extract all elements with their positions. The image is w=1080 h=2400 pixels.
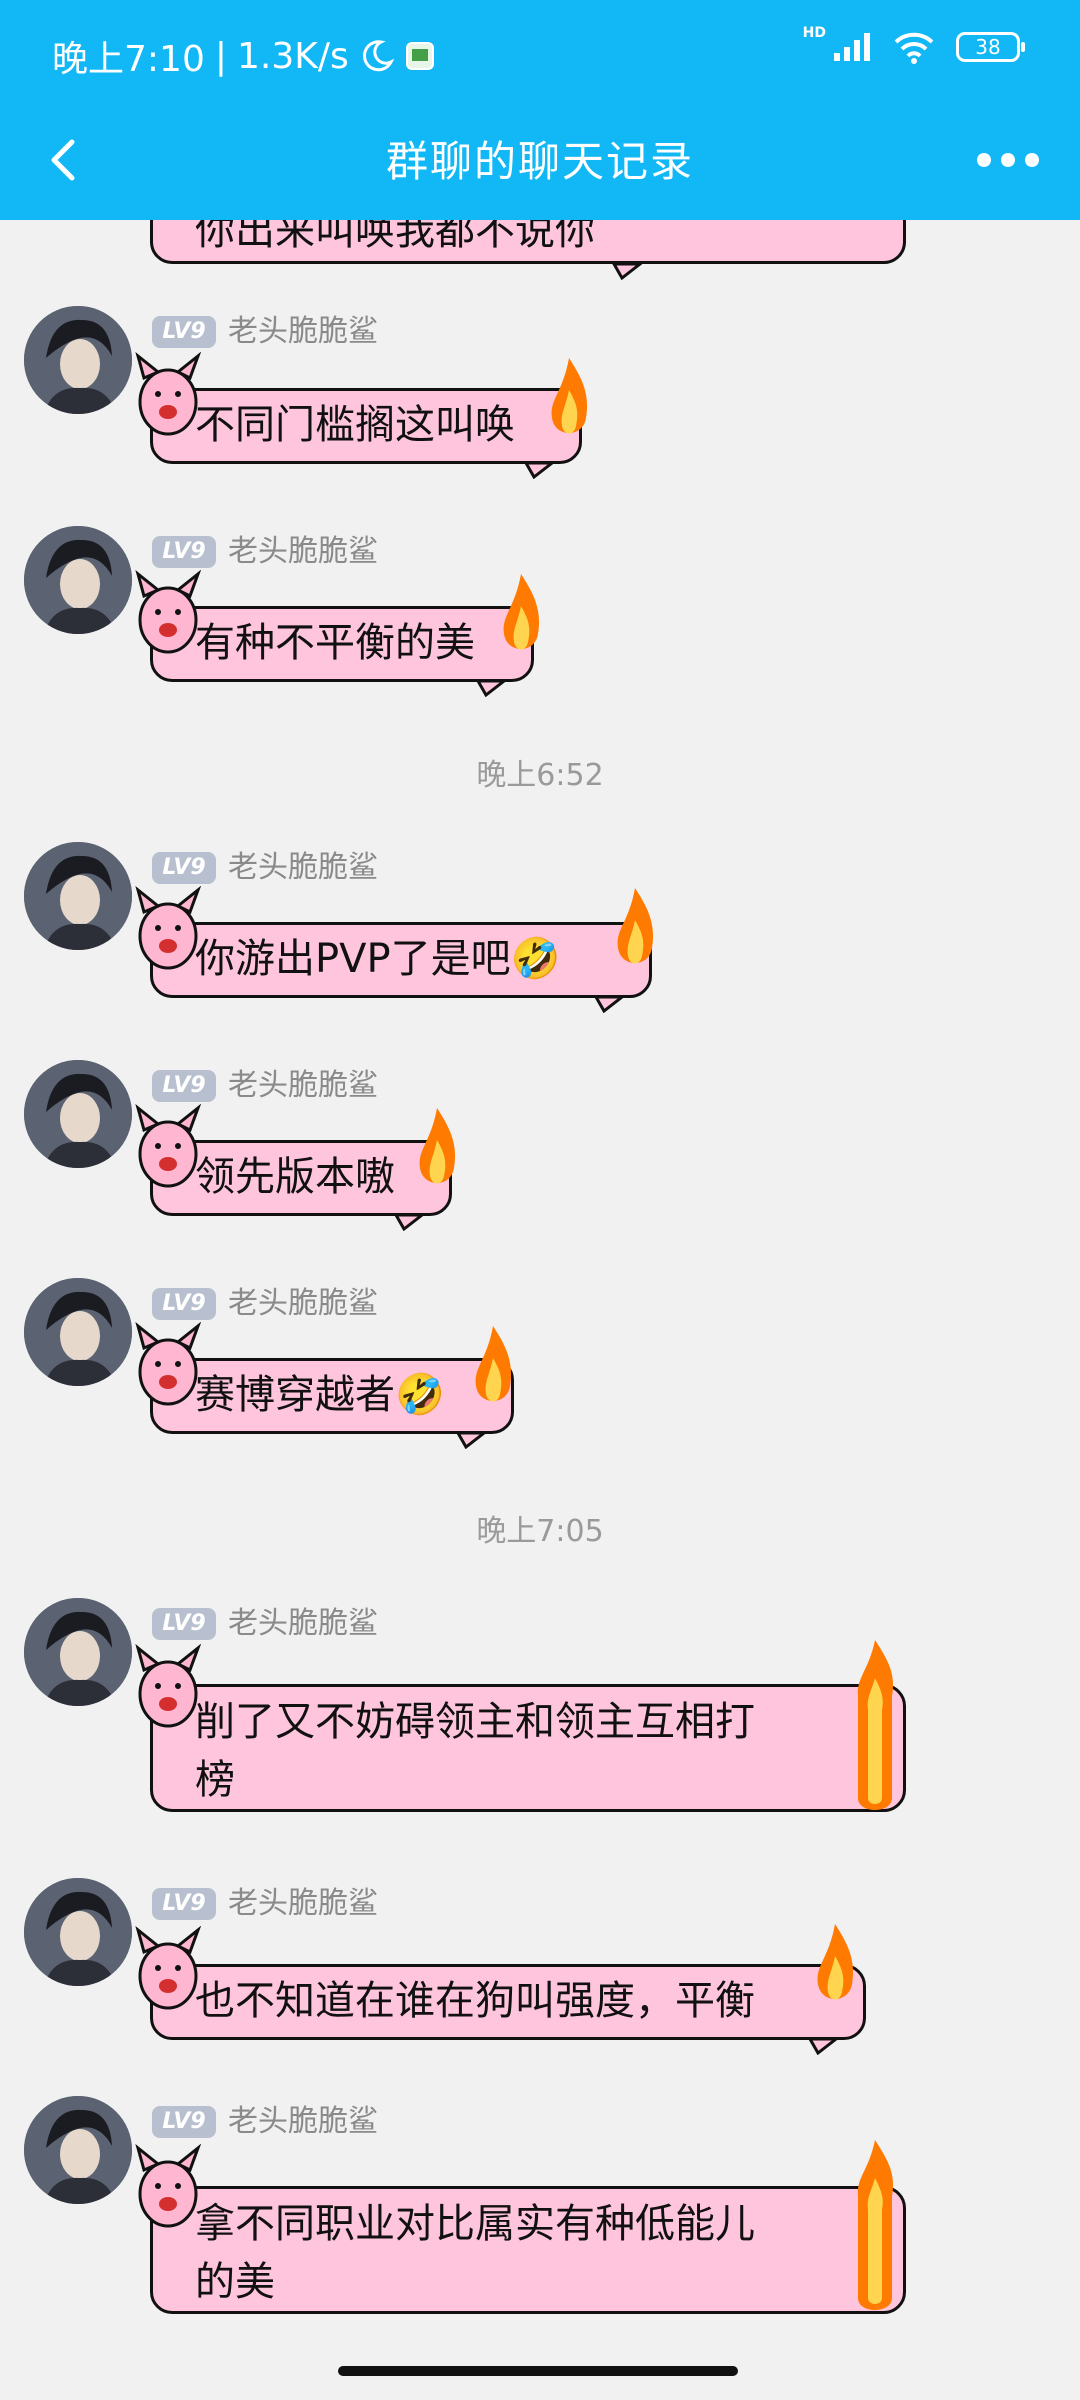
message-text-line-2: 的美 (195, 2259, 275, 2305)
level-badge: LV9 (152, 852, 216, 884)
bubble-tail-decoration (594, 995, 624, 1013)
avatar[interactable] (24, 1278, 132, 1386)
avatar[interactable] (24, 306, 132, 414)
status-divider: | (214, 35, 227, 77)
home-indicator[interactable] (338, 2366, 738, 2376)
avatar[interactable] (24, 1598, 132, 1706)
message-text-line-1: 削了又不妨碍领主和领主互相打 (195, 1699, 755, 1745)
page-title: 群聊的聊天记录 (385, 137, 694, 186)
battery-level: 38 (975, 35, 1001, 59)
avatar[interactable] (24, 526, 132, 634)
sender-name: 老头脆脆鲨 (228, 1606, 378, 1641)
message-text: 你游出PVP了是吧🤣 (195, 936, 561, 982)
message-text: 不同门槛搁这叫唤 (195, 402, 515, 448)
bubble-tail-decoration (612, 262, 642, 280)
message-bubble[interactable]: 也不知道在谁在狗叫强度，平衡 (150, 1964, 866, 2040)
message-text: 赛博穿越者🤣 (195, 1372, 445, 1418)
avatar[interactable] (24, 1060, 132, 1168)
level-badge: LV9 (152, 1608, 216, 1640)
sender-name: 老头脆脆鲨 (228, 1068, 378, 1103)
status-bar: 晚上7:10 | 1.3K/s HD 38 (0, 0, 1080, 104)
flame-icon (617, 888, 654, 964)
level-badge: LV9 (152, 1888, 216, 1920)
flame-icon (551, 358, 588, 434)
message-text: 你出来叫唤我都不说你 (195, 220, 595, 254)
message-bubble[interactable]: 你出来叫唤我都不说你 (150, 220, 906, 264)
pig-sticker-icon (135, 1104, 202, 1188)
sender-name: 老头脆脆鲨 (228, 1286, 378, 1321)
status-left: 晚上7:10 | 1.3K/s (52, 30, 435, 82)
message-text: 也不知道在谁在狗叫强度，平衡 (195, 1978, 755, 2024)
message-text-line-1: 拿不同职业对比属实有种低能儿 (195, 2201, 755, 2247)
pig-sticker-icon (135, 1926, 202, 2010)
pig-sticker-icon (135, 570, 202, 654)
bubble-tail-decoration (456, 1431, 486, 1449)
flame-icon (503, 574, 540, 650)
hd-label: HD (802, 25, 826, 41)
pig-sticker-icon (135, 1644, 202, 1728)
level-badge: LV9 (152, 1288, 216, 1320)
message-bubble[interactable]: 不同门槛搁这叫唤 (150, 388, 582, 464)
message-bubble[interactable]: 拿不同职业对比属实有种低能儿 的美 (150, 2186, 906, 2314)
sender-name: 老头脆脆鲨 (228, 1886, 378, 1921)
avatar[interactable] (24, 842, 132, 950)
level-badge: LV9 (152, 1070, 216, 1102)
status-speed: 1.3K/s (236, 35, 349, 77)
notification-app-icon (405, 42, 434, 70)
bubble-tail-decoration (808, 2037, 838, 2055)
message-text: 有种不平衡的美 (195, 620, 475, 666)
message-text-line-2: 榜 (195, 1757, 235, 1803)
status-right: HD 38 (803, 25, 1025, 64)
flame-icon (857, 1640, 894, 1810)
bubble-tail-decoration (476, 679, 506, 697)
avatar[interactable] (24, 2096, 132, 2204)
flame-icon (475, 1326, 512, 1402)
status-time: 晚上7:10 (52, 39, 205, 80)
level-badge: LV9 (152, 316, 216, 348)
timestamp: 晚上7:05 (476, 1514, 604, 1549)
level-badge: LV9 (152, 536, 216, 568)
more-options-icon[interactable] (972, 132, 1044, 188)
bubble-tail-decoration (394, 1213, 424, 1231)
message-bubble[interactable]: 你游出PVP了是吧🤣 (150, 922, 652, 998)
bubble-tail-decoration (524, 461, 554, 479)
pig-sticker-icon (135, 2144, 202, 2228)
signal-icon (834, 33, 870, 61)
sender-name: 老头脆脆鲨 (228, 2104, 378, 2139)
battery-tip (1021, 42, 1025, 52)
sender-name: 老头脆脆鲨 (228, 534, 378, 569)
sender-name: 老头脆脆鲨 (228, 850, 378, 885)
flame-icon (419, 1108, 456, 1184)
timestamp: 晚上6:52 (476, 758, 604, 793)
message-text: 领先版本嗷 (195, 1154, 395, 1200)
chat-history[interactable]: 你出来叫唤我都不说你 LV9 老头脆脆鲨 不同门槛搁这叫唤 LV9 老头脆脆鲨 … (0, 220, 1080, 2350)
battery-indicator: 38 (956, 32, 1025, 62)
level-badge: LV9 (152, 2106, 216, 2138)
flame-icon (857, 2140, 894, 2310)
wifi-icon (894, 32, 934, 64)
message-bubble[interactable]: 有种不平衡的美 (150, 606, 534, 682)
sender-name: 老头脆脆鲨 (228, 314, 378, 349)
pig-sticker-icon (135, 1322, 202, 1406)
message-bubble[interactable]: 削了又不妨碍领主和领主互相打 榜 (150, 1684, 906, 1812)
nav-bar: 群聊的聊天记录 (0, 104, 1080, 220)
moon-icon (362, 40, 395, 72)
pig-sticker-icon (135, 352, 202, 436)
flame-icon (817, 1924, 854, 2000)
avatar[interactable] (24, 1878, 132, 1986)
pig-sticker-icon (135, 886, 202, 970)
